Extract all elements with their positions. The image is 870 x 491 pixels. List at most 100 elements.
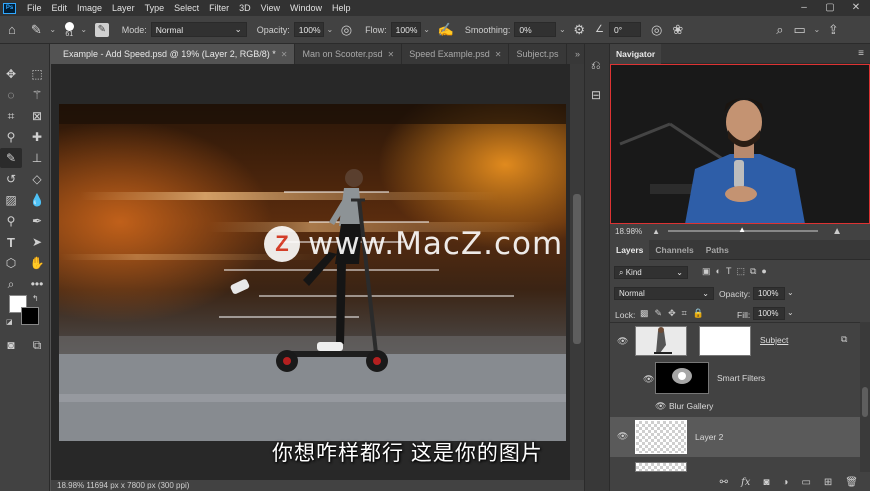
layers-scrollbar[interactable]: [860, 322, 870, 472]
history-panel-icon[interactable]: ⎌: [591, 58, 601, 73]
gear-icon[interactable]: ⚙: [573, 23, 585, 36]
magic-wand-icon[interactable]: ⚚: [26, 85, 48, 105]
home-icon[interactable]: ⌂: [8, 23, 16, 36]
menu-select[interactable]: Select: [169, 3, 204, 13]
move-tool-icon[interactable]: ✥: [0, 64, 22, 84]
tab-subject[interactable]: Subject.ps: [509, 44, 567, 64]
path-select-icon[interactable]: ➤: [26, 232, 48, 252]
new-layer-icon[interactable]: ⊞: [824, 477, 832, 488]
menu-edit[interactable]: Edit: [47, 3, 73, 13]
visibility-eye-icon[interactable]: 👁: [643, 374, 654, 385]
eyedropper-icon[interactable]: ⚲: [0, 127, 22, 147]
zoom-tool-icon[interactable]: ⌕: [0, 274, 22, 294]
search-icon[interactable]: ⌕: [776, 23, 783, 36]
airbrush-icon[interactable]: ✍: [438, 23, 454, 36]
visibility-eye-icon[interactable]: 👁: [617, 336, 628, 347]
pressure-opacity-icon[interactable]: ◎: [341, 23, 352, 36]
mask-icon[interactable]: ◙: [763, 477, 769, 488]
filter-toggle-icon[interactable]: ●: [761, 266, 766, 277]
fill-input[interactable]: 100%: [753, 307, 785, 320]
fx-icon[interactable]: fx: [741, 477, 750, 488]
dodge-tool-icon[interactable]: ⚲: [0, 211, 22, 231]
close-icon[interactable]: ✕: [844, 0, 868, 16]
tab-paths[interactable]: Paths: [700, 240, 735, 260]
menu-layer[interactable]: Layer: [107, 3, 140, 13]
adjustment-filter-icon[interactable]: ◐: [716, 266, 721, 277]
crop-tool-icon[interactable]: ⌗: [0, 106, 22, 126]
angle-input[interactable]: 0°: [609, 22, 641, 37]
layer-filter-select[interactable]: ⌕ Kind ⌄: [614, 266, 688, 279]
eraser-icon[interactable]: ◇: [26, 169, 48, 189]
tab-channels[interactable]: Channels: [649, 240, 699, 260]
maximize-icon[interactable]: ▢: [818, 0, 842, 16]
menu-image[interactable]: Image: [72, 3, 107, 13]
chevron-down-icon[interactable]: ⌄: [78, 22, 90, 37]
lasso-tool-icon[interactable]: ◌: [0, 85, 22, 105]
lock-artboard-icon[interactable]: ⌗: [682, 308, 687, 319]
tab-example-add-speed[interactable]: Example - Add Speed.psd @ 19% (Layer 2, …: [56, 44, 296, 64]
visibility-eye-icon[interactable]: 👁: [617, 431, 628, 442]
gradient-tool-icon[interactable]: ▨: [0, 190, 22, 210]
chevron-down-icon[interactable]: ⌄: [47, 22, 59, 37]
pixel-filter-icon[interactable]: ▣: [702, 266, 711, 277]
chevron-down-icon[interactable]: ⌄: [556, 22, 568, 37]
zoom-in-icon[interactable]: ▲: [832, 226, 842, 237]
menu-type[interactable]: Type: [140, 3, 170, 13]
adjustment-icon[interactable]: ◑: [782, 477, 788, 488]
lock-position-icon[interactable]: ✥: [668, 308, 676, 319]
panel-menu-icon[interactable]: ≡: [858, 48, 864, 59]
visibility-eye-icon[interactable]: 👁: [655, 401, 666, 412]
marquee-tool-icon[interactable]: ⬚: [26, 64, 48, 84]
quick-mask-icon[interactable]: ◙: [0, 335, 22, 355]
tab-navigator[interactable]: Navigator: [610, 43, 662, 64]
mode-select[interactable]: Normal ⌄: [150, 22, 247, 37]
zoom-slider[interactable]: ▲: [668, 225, 819, 234]
smart-object-filter-icon[interactable]: ⧉: [750, 266, 756, 277]
close-icon[interactable]: ✕: [495, 50, 502, 59]
blend-mode-select[interactable]: Normal ⌄: [614, 287, 714, 300]
smart-filters-row[interactable]: 👁 Smart Filters: [610, 362, 860, 394]
link-icon[interactable]: ⚯: [720, 477, 728, 488]
lock-pixels-icon[interactable]: ✎: [655, 308, 663, 319]
chevron-down-icon[interactable]: ⌄: [787, 288, 794, 297]
lock-transparency-icon[interactable]: ▩: [640, 308, 649, 319]
group-icon[interactable]: ▭: [801, 477, 810, 488]
layer-layer-2[interactable]: 👁 Layer 2: [610, 417, 860, 457]
layer-subject[interactable]: 👁 Subject ⧉: [610, 324, 860, 358]
tab-layers[interactable]: Layers: [610, 239, 650, 260]
navigator-view-box[interactable]: [610, 64, 870, 224]
healing-brush-icon[interactable]: ✚: [26, 127, 48, 147]
type-tool-icon[interactable]: T: [0, 232, 22, 252]
more-tools-icon[interactable]: •••: [26, 274, 48, 294]
brush-settings-icon[interactable]: ✎: [94, 22, 109, 37]
scrollbar-thumb[interactable]: [862, 387, 868, 417]
workspace-icon[interactable]: ▭: [794, 23, 806, 36]
flow-input[interactable]: 100%: [390, 22, 421, 37]
menu-filter[interactable]: Filter: [204, 3, 234, 13]
type-filter-icon[interactable]: T: [726, 266, 732, 277]
document-canvas[interactable]: [59, 104, 566, 441]
pressure-size-icon[interactable]: ◎: [651, 23, 662, 36]
layer-opacity-input[interactable]: 100%: [753, 287, 785, 300]
navigator-preview[interactable]: [610, 64, 870, 224]
stamp-tool-icon[interactable]: ⊥: [26, 148, 48, 168]
close-icon[interactable]: ✕: [281, 50, 288, 59]
brush-tool-icon[interactable]: ✎: [31, 23, 42, 36]
shape-filter-icon[interactable]: ⬚: [736, 266, 745, 277]
frame-tool-icon[interactable]: ⊠: [26, 106, 48, 126]
history-brush-icon[interactable]: ↺: [0, 169, 22, 189]
properties-panel-icon[interactable]: ⊟: [591, 88, 601, 102]
tabs-overflow-icon[interactable]: »: [571, 44, 584, 64]
zoom-slider-thumb[interactable]: ▲: [738, 225, 746, 234]
minimize-icon[interactable]: –: [792, 0, 816, 16]
blur-gallery-filter-row[interactable]: 👁 Blur Gallery: [610, 399, 860, 413]
vertical-scrollbar[interactable]: [570, 64, 584, 480]
chevron-down-icon[interactable]: ⌄: [324, 22, 336, 37]
brush-preset-picker[interactable]: 61: [64, 21, 74, 38]
chevron-down-icon[interactable]: ⌄: [421, 22, 433, 37]
shape-tool-icon[interactable]: ⬡: [0, 253, 22, 273]
trash-icon[interactable]: 🗑: [845, 477, 858, 488]
lock-all-icon[interactable]: 🔒: [693, 308, 704, 319]
brush-tool-icon[interactable]: ✎: [0, 148, 22, 168]
background-color-swatch[interactable]: [21, 307, 39, 325]
